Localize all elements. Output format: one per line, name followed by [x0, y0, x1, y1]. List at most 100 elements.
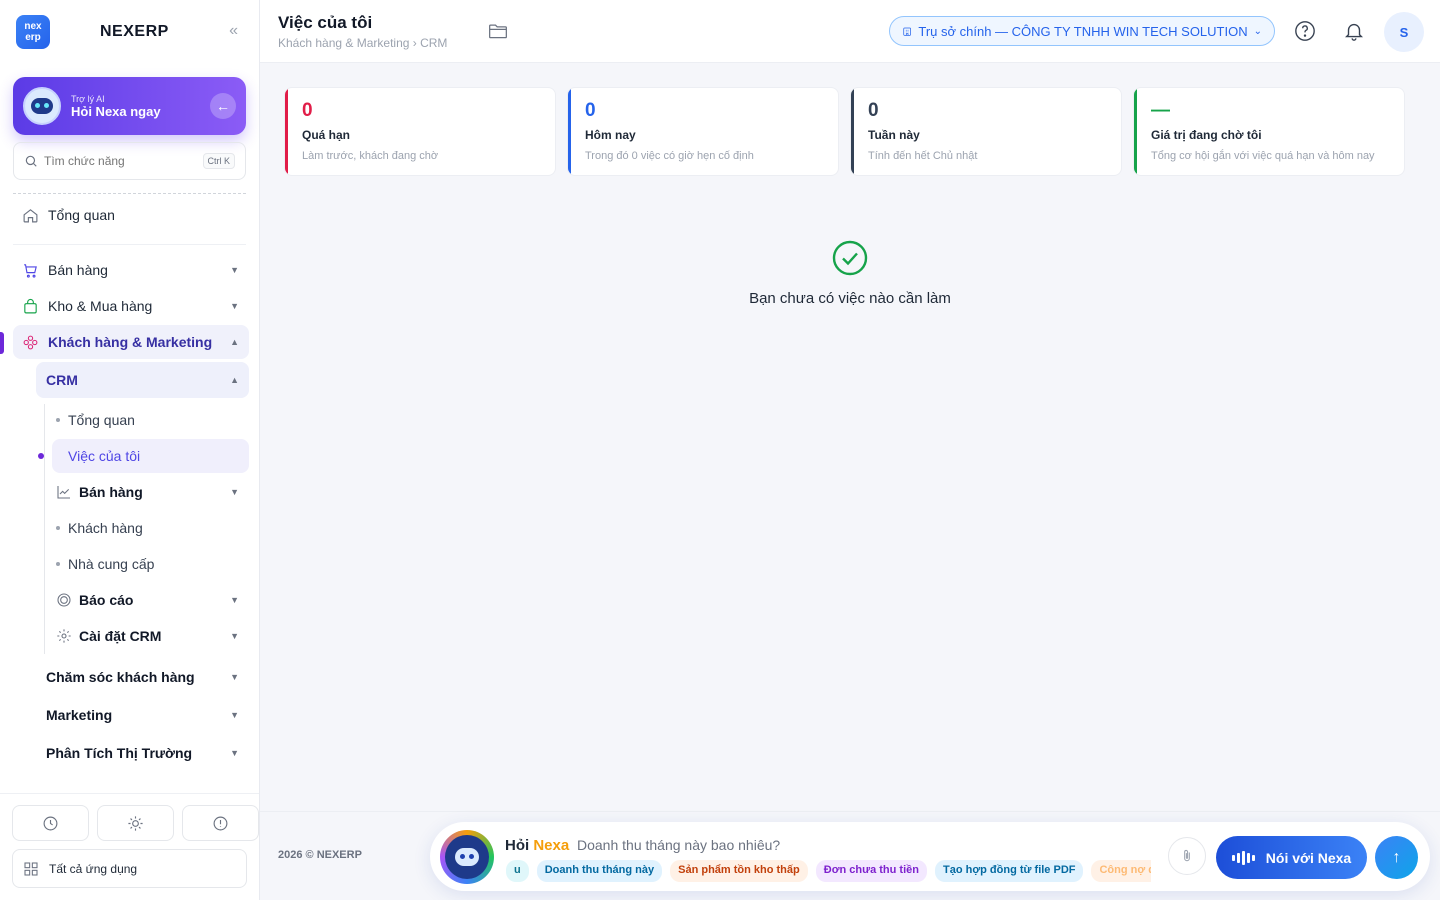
tree-line — [44, 404, 45, 654]
divider — [13, 244, 246, 245]
crm-overview-label: Tổng quan — [68, 412, 135, 428]
current-indicator — [38, 453, 44, 459]
voice-button[interactable]: Nói với Nexa — [1216, 836, 1367, 879]
report-icon — [55, 591, 73, 609]
sidebar: nex erp NEXERP « Trợ lý AI Hỏi Nexa ngay… — [0, 0, 260, 900]
pending-value-card[interactable]: — Giá trị đang chờ tôi Tổng cơ hội gắn v… — [1133, 87, 1405, 176]
chart-line-icon — [55, 483, 73, 501]
ask-nexa-title: Hỏi Nexa — [505, 837, 570, 854]
today-desc: Trong đó 0 việc có giờ hẹn cố định — [585, 150, 754, 162]
bell-icon[interactable] — [1342, 19, 1366, 43]
brand-name: NEXERP — [100, 23, 169, 40]
crm-suppliers[interactable]: Nhà cung cấp — [52, 547, 249, 581]
theme-button[interactable] — [97, 805, 174, 841]
ask-nexa-label: Hỏi Nexa ngay — [71, 103, 161, 119]
ask-nexa-card[interactable]: Trợ lý AI Hỏi Nexa ngay ← — [13, 77, 246, 135]
empty-state-text: Bạn chưa có việc nào cần làm — [749, 290, 951, 307]
pending-desc: Tổng cơ hội gắn với việc quá hạn và hôm … — [1151, 150, 1375, 162]
brand[interactable]: nex erp NEXERP « — [16, 15, 244, 49]
branch-selector[interactable]: Trụ sở chính — CÔNG TY TNHH WIN TECH SOL… — [889, 16, 1275, 46]
week-desc: Tính đến hết Chủ nhật — [868, 150, 978, 162]
nexerp-logo: nex erp — [16, 15, 50, 49]
user-avatar[interactable]: S — [1384, 12, 1424, 52]
nav-sales[interactable]: Bán hàng ▼ — [13, 253, 249, 287]
today-value: 0 — [585, 100, 596, 121]
send-button[interactable]: ↑ — [1375, 836, 1418, 879]
search-icon — [25, 155, 37, 167]
all-apps-label: Tất cả ứng dụng — [49, 861, 138, 876]
suggestion-chip[interactable]: Doanh thu tháng này — [536, 860, 663, 882]
suggestion-chips: u Doanh thu tháng này Sản phẩm tồn kho thấ… — [506, 860, 1151, 882]
footer: 2026 © NEXERP Hỏi Nexa Doanh thu tháng n… — [260, 811, 1440, 900]
divider — [13, 193, 246, 194]
attach-button[interactable] — [1168, 837, 1206, 875]
crm-overview[interactable]: Tổng quan — [52, 403, 249, 437]
ask-input[interactable]: Doanh thu tháng này bao nhiêu? — [577, 837, 780, 853]
nav-overview[interactable]: Tổng quan — [13, 198, 249, 232]
nav-warehouse[interactable]: Kho & Mua hàng ▼ — [13, 289, 249, 323]
nav-customers-label: Khách hàng & Marketing — [48, 334, 213, 350]
nav-market-analysis[interactable]: Phân Tích Thị Trường ▼ — [36, 735, 249, 771]
pending-value: — — [1151, 100, 1170, 121]
crm-suppliers-label: Nhà cung cấp — [68, 556, 155, 572]
chevron-down-icon: ▼ — [230, 631, 239, 641]
sound-wave-icon — [1231, 850, 1255, 865]
bullet — [56, 418, 60, 422]
suggestion-chip[interactable]: Công nợ q — [1091, 860, 1151, 882]
crm-reports[interactable]: Báo cáo ▼ — [52, 583, 249, 617]
crm-my-tasks[interactable]: Việc của tôi — [52, 439, 249, 473]
suggestion-chip[interactable]: Tạo hợp đồng từ file PDF — [934, 860, 1084, 882]
suggestion-chip[interactable]: u — [506, 860, 529, 882]
alert-button[interactable] — [182, 805, 259, 841]
check-circle-icon — [832, 240, 868, 276]
history-button[interactable] — [12, 805, 89, 841]
arrow-left-icon[interactable]: ← — [210, 93, 236, 119]
week-value: 0 — [868, 100, 879, 121]
chevron-up-icon: ▲ — [230, 375, 239, 385]
ask-nexa-bar: Hỏi Nexa Doanh thu tháng này bao nhiêu? … — [430, 822, 1430, 891]
pending-label: Giá trị đang chờ tôi — [1151, 128, 1262, 142]
crm-reports-label: Báo cáo — [79, 592, 134, 608]
chevron-down-icon: ▼ — [230, 672, 239, 682]
function-search[interactable]: Ctrl K — [13, 142, 246, 180]
nav-customers-marketing[interactable]: Khách hàng & Marketing ▲ — [13, 325, 249, 359]
chevron-down-icon: ▼ — [230, 710, 239, 720]
chevron-down-icon: ⌄ — [1253, 25, 1262, 37]
top-header: Việc của tôi Khách hàng & Marketing › CR… — [260, 0, 1440, 63]
chevron-down-icon: ▼ — [230, 487, 239, 497]
chevron-down-icon: ▼ — [230, 595, 239, 605]
overdue-desc: Làm trước, khách đang chờ — [302, 150, 439, 162]
nav-customer-care[interactable]: Chăm sóc khách hàng ▼ — [36, 659, 249, 695]
week-card[interactable]: 0 Tuần này Tính đến hết Chủ nhật — [850, 87, 1122, 176]
crm-settings[interactable]: Cài đặt CRM ▼ — [52, 619, 249, 653]
cart-icon — [21, 261, 39, 279]
nexa-avatar-icon[interactable] — [440, 830, 494, 884]
suggestion-chip[interactable]: Sản phẩm tồn kho thấp — [670, 860, 808, 882]
chevron-down-icon: ▼ — [230, 265, 239, 275]
bag-icon — [21, 297, 39, 315]
grid-icon — [24, 861, 38, 876]
week-label: Tuần này — [868, 128, 920, 142]
paperclip-icon — [1184, 850, 1190, 862]
nav-marketing[interactable]: Marketing ▼ — [36, 697, 249, 733]
nav-warehouse-label: Kho & Mua hàng — [48, 298, 153, 314]
crm-settings-label: Cài đặt CRM — [79, 628, 162, 644]
folder-icon[interactable] — [488, 22, 508, 45]
crm-customers[interactable]: Khách hàng — [52, 511, 249, 545]
overdue-card[interactable]: 0 Quá hạn Làm trước, khách đang chờ — [284, 87, 556, 176]
overdue-label: Quá hạn — [302, 128, 351, 142]
help-icon[interactable] — [1293, 19, 1317, 43]
chevron-down-icon: ▼ — [230, 301, 239, 311]
nav-marketing-label: Marketing — [46, 707, 113, 723]
search-shortcut: Ctrl K — [202, 153, 235, 169]
nav-crm[interactable]: CRM ▲ — [36, 362, 249, 398]
page-title: Việc của tôi — [278, 13, 373, 32]
search-input[interactable] — [44, 154, 203, 168]
crm-sales[interactable]: Bán hàng ▼ — [52, 475, 249, 509]
active-indicator — [0, 332, 4, 354]
collapse-sidebar-icon[interactable]: « — [229, 22, 238, 40]
all-apps-button[interactable]: Tất cả ứng dụng — [12, 849, 247, 888]
today-card[interactable]: 0 Hôm nay Trong đó 0 việc có giờ hẹn cố … — [567, 87, 839, 176]
suggestion-chip[interactable]: Đơn chưa thu tiền — [815, 860, 927, 882]
branch-label: Trụ sở chính — CÔNG TY TNHH WIN TECH SOL… — [918, 23, 1248, 39]
